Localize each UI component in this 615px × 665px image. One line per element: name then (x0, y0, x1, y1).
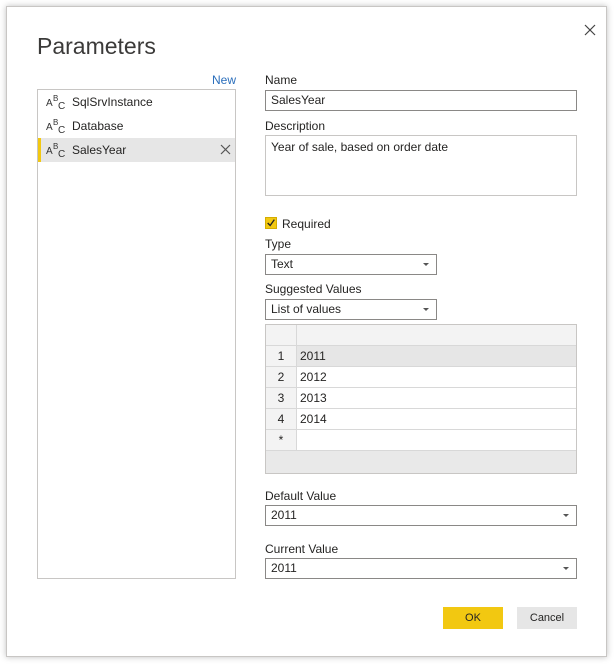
default-value-dropdown-value: 2011 (271, 508, 297, 522)
svg-text:A: A (46, 146, 53, 157)
row-number: 2 (266, 367, 297, 387)
remove-parameter-icon[interactable] (220, 144, 231, 155)
parameter-list: A B C SqlSrvInstance A B C Database A B … (37, 89, 236, 579)
row-value[interactable]: 2013 (297, 388, 576, 408)
svg-text:C: C (58, 101, 65, 110)
new-parameter-link[interactable]: New (212, 73, 236, 87)
param-item-salesyear[interactable]: A B C SalesYear (38, 138, 235, 162)
param-item-sqlsrvinstance[interactable]: A B C SqlSrvInstance (38, 90, 235, 114)
row-value[interactable]: 2012 (297, 367, 576, 387)
chevron-down-icon (563, 514, 569, 517)
svg-text:A: A (46, 122, 53, 133)
chevron-down-icon (563, 567, 569, 570)
current-value-label: Current Value (265, 542, 339, 556)
description-label: Description (265, 119, 326, 133)
row-value[interactable]: 2014 (297, 409, 576, 429)
row-number: 3 (266, 388, 297, 408)
required-label: Required (282, 217, 331, 231)
table-row[interactable]: 3 2013 (266, 388, 576, 409)
new-row[interactable]: * (266, 430, 576, 451)
description-input[interactable]: Year of sale, based on order date (265, 135, 577, 196)
current-value-dropdown-value: 2011 (271, 561, 297, 575)
close-icon[interactable] (583, 23, 597, 37)
suggested-values-label: Suggested Values (265, 282, 362, 296)
svg-text:C: C (58, 149, 65, 158)
param-item-label: Database (72, 119, 124, 133)
suggested-values-dropdown-value: List of values (271, 302, 342, 316)
type-dropdown-value: Text (271, 257, 294, 271)
default-value-label: Default Value (265, 489, 337, 503)
table-row[interactable]: 4 2014 (266, 409, 576, 430)
chevron-down-icon (423, 263, 429, 266)
abc-text-type-icon: A B C (46, 94, 65, 110)
row-number: 4 (266, 409, 297, 429)
param-item-label: SqlSrvInstance (72, 95, 153, 109)
abc-text-type-icon: A B C (46, 118, 65, 134)
values-grid: 1 2011 2 2012 3 2013 4 2014 * (265, 324, 577, 474)
chevron-down-icon (423, 308, 429, 311)
parameters-dialog: Parameters New A B C SqlSrvInstance A B … (6, 6, 607, 657)
abc-text-type-icon: A B C (46, 142, 65, 158)
name-input[interactable]: SalesYear (265, 90, 577, 111)
checkmark-icon (267, 219, 275, 227)
param-item-label: SalesYear (72, 143, 127, 157)
param-item-database[interactable]: A B C Database (38, 114, 235, 138)
row-number: * (266, 430, 297, 450)
default-value-dropdown[interactable]: 2011 (265, 505, 577, 526)
dialog-title: Parameters (37, 33, 156, 59)
table-row[interactable]: 1 2011 (266, 346, 576, 367)
svg-text:C: C (58, 125, 65, 134)
type-label: Type (265, 237, 292, 251)
cancel-button[interactable]: Cancel (517, 607, 577, 629)
type-dropdown[interactable]: Text (265, 254, 437, 275)
table-row[interactable]: 2 2012 (266, 367, 576, 388)
required-checkbox[interactable] (265, 217, 277, 229)
current-value-dropdown[interactable]: 2011 (265, 558, 577, 579)
values-grid-header (266, 325, 576, 346)
row-value[interactable] (297, 430, 576, 450)
row-number-header (266, 325, 297, 345)
value-column-header (297, 325, 576, 345)
name-label: Name (265, 73, 298, 87)
suggested-values-dropdown[interactable]: List of values (265, 299, 437, 320)
row-value[interactable]: 2011 (297, 346, 576, 366)
row-number: 1 (266, 346, 297, 366)
ok-button[interactable]: OK (443, 607, 503, 629)
svg-text:A: A (46, 98, 53, 109)
